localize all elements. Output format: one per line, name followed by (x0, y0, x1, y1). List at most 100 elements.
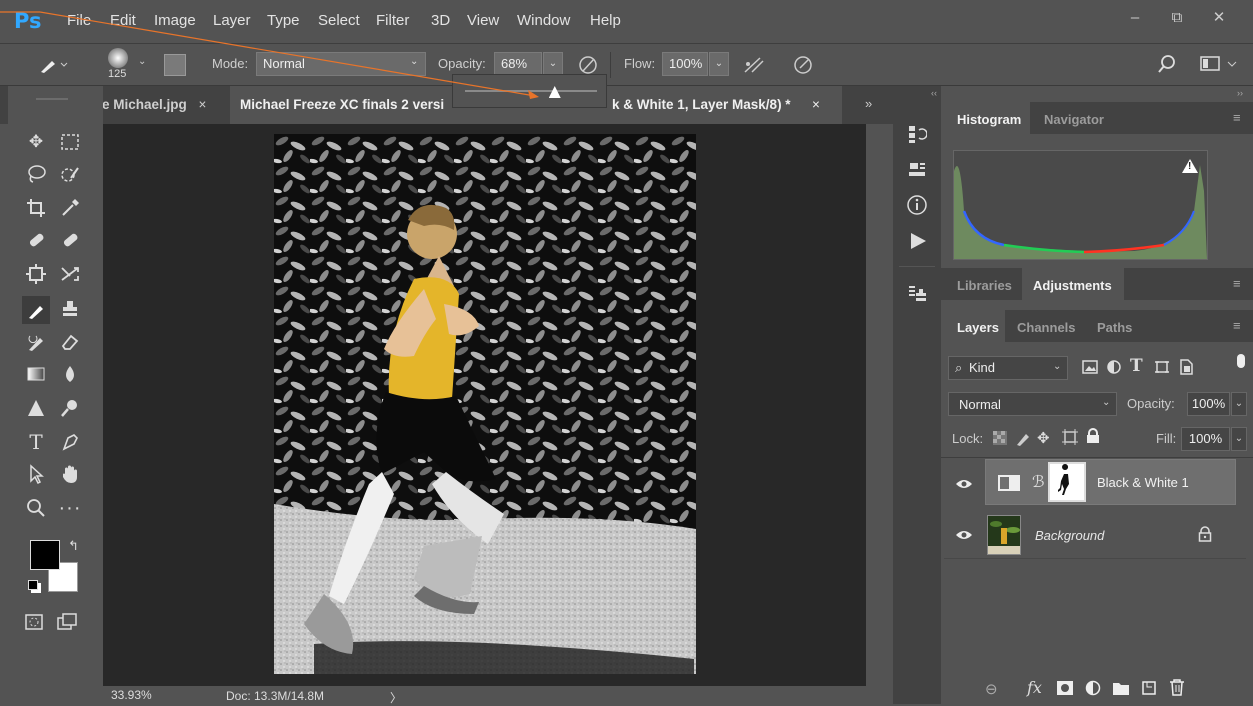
dodge-tool-icon[interactable] (24, 396, 48, 420)
warning-icon[interactable]: ! (1181, 158, 1199, 174)
path-selection-tool-icon[interactable] (24, 462, 48, 486)
menu-select[interactable]: Select (318, 12, 360, 29)
chevron-down-icon[interactable]: ⌄ (138, 56, 146, 67)
panel-menu-icon[interactable]: ≡ (1233, 318, 1241, 333)
eyedropper-tool-icon[interactable] (58, 196, 82, 220)
blur-tool-icon[interactable] (58, 362, 82, 386)
zoom-tool-icon[interactable] (24, 496, 48, 520)
panel-menu-icon[interactable]: ≡ (1233, 276, 1241, 291)
lock-artboard-icon[interactable] (1061, 429, 1079, 445)
info-panel-icon[interactable] (906, 194, 928, 216)
workspace-icon[interactable] (1200, 55, 1240, 73)
flow-input[interactable]: 100% (662, 52, 708, 76)
lock-image-icon[interactable] (1015, 429, 1031, 447)
hand-tool-icon[interactable] (58, 462, 82, 486)
menu-window[interactable]: Window (517, 12, 570, 29)
new-layer-icon[interactable] (1141, 680, 1157, 696)
layer-row-black-white[interactable]: ℬ Black & White 1 (985, 459, 1236, 505)
flow-chevron-down-icon[interactable]: ⌄ (709, 52, 729, 76)
crop-tool-icon[interactable] (24, 196, 48, 220)
menu-help[interactable]: Help (590, 12, 621, 29)
tab-document-1[interactable]: e Michael.jpg × (92, 86, 216, 124)
chain-link-icon[interactable]: ℬ (1032, 472, 1045, 492)
add-mask-icon[interactable] (1057, 681, 1073, 695)
patch-tool-icon[interactable] (58, 228, 82, 252)
layer-name[interactable]: Background (1035, 528, 1104, 543)
foreground-color-swatch[interactable] (30, 540, 60, 570)
default-colors-icon[interactable] (28, 580, 38, 590)
menu-image[interactable]: Image (154, 12, 196, 29)
filter-pixel-icon[interactable] (1081, 359, 1099, 375)
tab-close-icon[interactable]: × (812, 86, 820, 124)
panel-menu-icon[interactable]: ≡ (1233, 110, 1241, 125)
fx-icon[interactable]: fx (1027, 678, 1042, 697)
layer-opacity-input[interactable]: 100% (1187, 392, 1230, 416)
visibility-eye-icon[interactable] (955, 529, 973, 541)
delete-layer-icon[interactable] (1169, 679, 1185, 696)
lock-position-icon[interactable]: ✥ (1037, 429, 1050, 447)
menu-type[interactable]: Type (267, 12, 300, 29)
menu-3d[interactable]: 3D (431, 12, 450, 29)
brush-tool-preset-icon[interactable] (38, 56, 68, 74)
close-window-button[interactable]: ✕ (1198, 0, 1240, 34)
gradient-tool-icon[interactable] (24, 362, 48, 386)
status-menu-arrow-icon[interactable]: 〉 (390, 689, 402, 706)
new-adjustment-layer-icon[interactable] (1085, 680, 1101, 696)
filter-toggle-switch[interactable] (1237, 354, 1245, 368)
menu-view[interactable]: View (467, 12, 499, 29)
menu-edit[interactable]: Edit (110, 12, 136, 29)
tab-paths[interactable]: Paths (1097, 320, 1132, 335)
tab-adjustments[interactable]: Adjustments (1033, 278, 1112, 293)
eraser-tool-icon[interactable] (58, 330, 82, 354)
menu-file[interactable]: File (67, 12, 91, 29)
mode-select[interactable]: Normal (256, 52, 426, 76)
content-aware-move-icon[interactable] (58, 262, 82, 286)
layer-name[interactable]: Black & White 1 (1097, 475, 1189, 490)
type-tool-icon[interactable]: T (24, 430, 48, 454)
layer-row-background[interactable]: Background (985, 512, 1236, 558)
content-aware-icon[interactable] (24, 262, 48, 286)
marquee-tool-icon[interactable] (58, 130, 82, 154)
tab-overflow-icon[interactable]: » (865, 96, 872, 111)
brush-panel-toggle-icon[interactable] (164, 54, 186, 76)
opacity-input[interactable]: 68% (494, 52, 542, 76)
tab-layers[interactable]: Layers (957, 320, 999, 335)
fill-input[interactable]: 100% (1181, 427, 1230, 451)
menu-filter[interactable]: Filter (376, 12, 409, 29)
brush-tip-preview-icon[interactable] (108, 48, 128, 68)
pen-tool-icon[interactable] (58, 430, 82, 454)
visibility-eye-icon[interactable] (955, 478, 973, 490)
3d-panel-icon[interactable] (907, 159, 927, 179)
quick-selection-tool-icon[interactable] (58, 162, 82, 186)
screen-mode-icon[interactable] (56, 610, 80, 634)
clone-stamp-tool-icon[interactable] (58, 296, 82, 320)
tab-libraries[interactable]: Libraries (957, 278, 1012, 293)
actions-panel-icon[interactable] (908, 231, 928, 251)
clone-source-panel-icon[interactable] (907, 283, 927, 303)
fill-chevron-icon[interactable]: ⌄ (1231, 427, 1247, 451)
restore-button[interactable]: ⧉ (1156, 0, 1198, 34)
menu-layer[interactable]: Layer (213, 12, 251, 29)
tab-channels[interactable]: Channels (1017, 320, 1076, 335)
zoom-level[interactable]: 33.93% (111, 688, 152, 702)
lock-all-icon[interactable] (1086, 428, 1100, 444)
tab-histogram[interactable]: Histogram (957, 112, 1021, 127)
pressure-opacity-icon[interactable] (577, 54, 599, 76)
link-layers-icon[interactable]: ⊖ (985, 680, 998, 698)
move-tool-icon[interactable]: ✥ (24, 130, 48, 154)
collapse-dock-icon[interactable]: ‹‹ (897, 88, 937, 98)
more-tools-icon[interactable]: ··· (58, 496, 82, 520)
layer-opacity-chevron-icon[interactable]: ⌄ (1231, 392, 1247, 416)
filter-adjustment-icon[interactable] (1106, 359, 1122, 375)
layer-kind-filter[interactable]: ⌕ Kind ⌄ (948, 356, 1068, 380)
history-panel-icon[interactable] (907, 124, 927, 144)
opacity-chevron-down-icon[interactable]: ⌄ (543, 52, 563, 76)
collapse-panels-icon[interactable]: ›› (1237, 88, 1243, 98)
swap-colors-icon[interactable]: ↰ (68, 538, 79, 554)
new-group-icon[interactable] (1113, 681, 1129, 695)
layer-thumbnail[interactable] (987, 515, 1021, 555)
filter-shape-icon[interactable] (1154, 359, 1170, 375)
filter-type-icon[interactable]: T (1130, 356, 1143, 376)
layer-mask-thumbnail[interactable] (1048, 462, 1086, 502)
tab-close-icon[interactable]: × (199, 97, 207, 112)
